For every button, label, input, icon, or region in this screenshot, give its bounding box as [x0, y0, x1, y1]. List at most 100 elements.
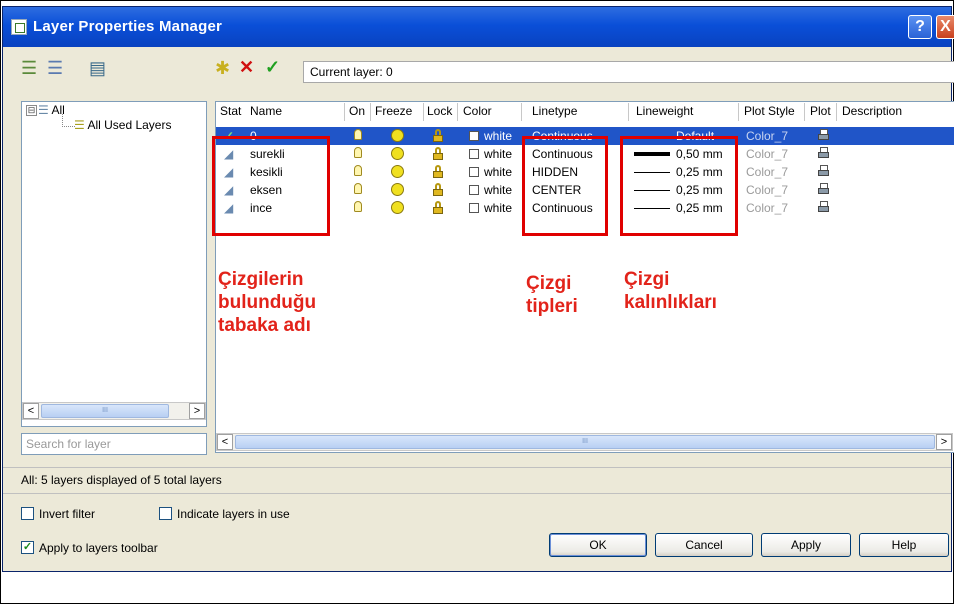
scroll-left-icon[interactable]: <	[23, 403, 39, 419]
col-description[interactable]: Description	[842, 104, 902, 118]
plot-printer-icon[interactable]	[818, 147, 829, 159]
layer-color[interactable]: white	[484, 201, 512, 215]
freeze-sun-icon[interactable]	[391, 201, 404, 214]
annotation-line: Çizgilerin	[218, 269, 304, 290]
layer-name-annotation: Çizgilerin bulunduğu tabaka adı	[218, 268, 316, 337]
layer-count-status: All: 5 layers displayed of 5 total layer…	[21, 473, 222, 487]
layer-plot-style: Color_7	[746, 183, 789, 197]
tree-scroll-thumb[interactable]: III	[41, 404, 169, 418]
col-status[interactable]: Stat	[220, 104, 241, 118]
divider	[3, 493, 951, 494]
scroll-left-icon[interactable]: <	[217, 434, 233, 450]
help-title-button[interactable]: ?	[908, 15, 932, 39]
invert-filter-checkbox[interactable]	[21, 507, 34, 520]
color-swatch[interactable]	[469, 185, 479, 195]
indicate-layers-label: Indicate layers in use	[177, 507, 290, 521]
lineweight-annotation: Çizgi kalınlıkları	[624, 268, 717, 314]
color-swatch[interactable]	[469, 203, 479, 213]
color-swatch[interactable]	[469, 131, 479, 141]
col-lock[interactable]: Lock	[427, 104, 452, 118]
col-lineweight[interactable]: Lineweight	[636, 104, 693, 118]
window-title: Layer Properties Manager	[33, 18, 223, 35]
on-bulb-icon[interactable]	[354, 183, 362, 194]
lock-icon[interactable]	[433, 201, 443, 214]
plot-printer-icon[interactable]	[818, 129, 829, 141]
color-swatch[interactable]	[469, 149, 479, 159]
apply-toolbar-label: Apply to layers toolbar	[39, 541, 158, 555]
col-freeze[interactable]: Freeze	[375, 104, 412, 118]
col-name[interactable]: Name	[250, 104, 282, 118]
on-bulb-icon[interactable]	[354, 129, 362, 140]
title-bar: Layer Properties Manager ? X	[3, 7, 954, 47]
new-property-filter-icon[interactable]: ☰	[21, 59, 37, 77]
layer-list-header: Stat Name On Freeze Lock Color Linetype …	[216, 102, 954, 122]
annotation-line: Çizgi	[526, 273, 572, 294]
freeze-sun-icon[interactable]	[391, 147, 404, 160]
close-button[interactable]: X	[936, 15, 954, 39]
lock-icon[interactable]	[433, 147, 443, 160]
apply-button[interactable]: Apply	[761, 533, 851, 557]
layer-color[interactable]: white	[484, 165, 512, 179]
col-on[interactable]: On	[349, 104, 365, 118]
collapse-icon[interactable]: ⊟	[26, 105, 37, 116]
used-layers-filter-icon: ☰	[74, 118, 85, 132]
delete-layer-icon[interactable]: ✕	[239, 58, 254, 76]
search-layer-input[interactable]: Search for layer	[21, 433, 207, 455]
scroll-right-icon[interactable]: >	[936, 434, 952, 450]
list-scroll-thumb[interactable]: III	[235, 435, 935, 449]
filter-tree: ⊟ ☰ All ☰ All Used Layers	[21, 101, 207, 427]
freeze-sun-icon[interactable]	[391, 165, 404, 178]
on-bulb-icon[interactable]	[354, 147, 362, 158]
lock-icon[interactable]	[433, 165, 443, 178]
layer-plot-style: Color_7	[746, 201, 789, 215]
cancel-button[interactable]: Cancel	[655, 533, 753, 557]
linetype-highlight	[522, 136, 608, 236]
freeze-sun-icon[interactable]	[391, 183, 404, 196]
plot-printer-icon[interactable]	[818, 183, 829, 195]
lock-icon[interactable]	[433, 129, 443, 142]
apply-toolbar-checkbox[interactable]: ✓	[21, 541, 34, 554]
indicate-layers-checkbox[interactable]	[159, 507, 172, 520]
layer-states-manager-icon[interactable]: ▤	[89, 59, 106, 77]
help-button[interactable]: Help	[859, 533, 949, 557]
col-color[interactable]: Color	[463, 104, 492, 118]
tree-node-all-used-layers[interactable]: ☰ All Used Layers	[74, 118, 171, 132]
layers-stack-icon: ☰	[38, 103, 49, 117]
layer-plot-style: Color_7	[746, 165, 789, 179]
plot-printer-icon[interactable]	[818, 201, 829, 213]
lineweight-highlight	[620, 136, 738, 236]
set-current-icon[interactable]: ✓	[265, 58, 280, 76]
on-bulb-icon[interactable]	[354, 201, 362, 212]
layer-color[interactable]: white	[484, 183, 512, 197]
invert-filter-label: Invert filter	[39, 507, 96, 521]
col-plot-style[interactable]: Plot Style	[744, 104, 795, 118]
divider	[3, 467, 951, 468]
new-group-filter-icon[interactable]: ☰	[47, 59, 63, 77]
layer-color[interactable]: white	[484, 129, 512, 143]
color-swatch[interactable]	[469, 167, 479, 177]
tree-horizontal-scrollbar[interactable]: < III >	[22, 402, 206, 420]
layer-properties-dialog: Layer Properties Manager ? X ☰ ☰ ▤ ✱ ✕ ✓…	[2, 6, 954, 572]
layer-plot-style: Color_7	[746, 129, 789, 143]
list-horizontal-scrollbar[interactable]: < III >	[216, 433, 953, 451]
new-layer-icon[interactable]: ✱	[215, 59, 230, 77]
linetype-annotation: Çizgi tipleri	[526, 272, 578, 318]
annotation-line: Çizgi	[624, 269, 670, 290]
tree-node-all[interactable]: ☰ All	[38, 103, 65, 117]
annotation-line: tipleri	[526, 296, 578, 317]
col-linetype[interactable]: Linetype	[532, 104, 577, 118]
layer-manager-app-icon	[11, 19, 27, 35]
on-bulb-icon[interactable]	[354, 165, 362, 176]
freeze-sun-icon[interactable]	[391, 129, 404, 142]
col-plot[interactable]: Plot	[810, 104, 831, 118]
ok-button[interactable]: OK	[549, 533, 647, 557]
scroll-right-icon[interactable]: >	[189, 403, 205, 419]
plot-printer-icon[interactable]	[818, 165, 829, 177]
annotation-line: kalınlıkları	[624, 292, 717, 313]
annotation-line: bulunduğu	[218, 292, 317, 313]
layer-color[interactable]: white	[484, 147, 512, 161]
current-layer-field: Current layer: 0	[303, 61, 954, 83]
annotation-line: tabaka adı	[218, 315, 311, 336]
layer-plot-style: Color_7	[746, 147, 789, 161]
lock-icon[interactable]	[433, 183, 443, 196]
